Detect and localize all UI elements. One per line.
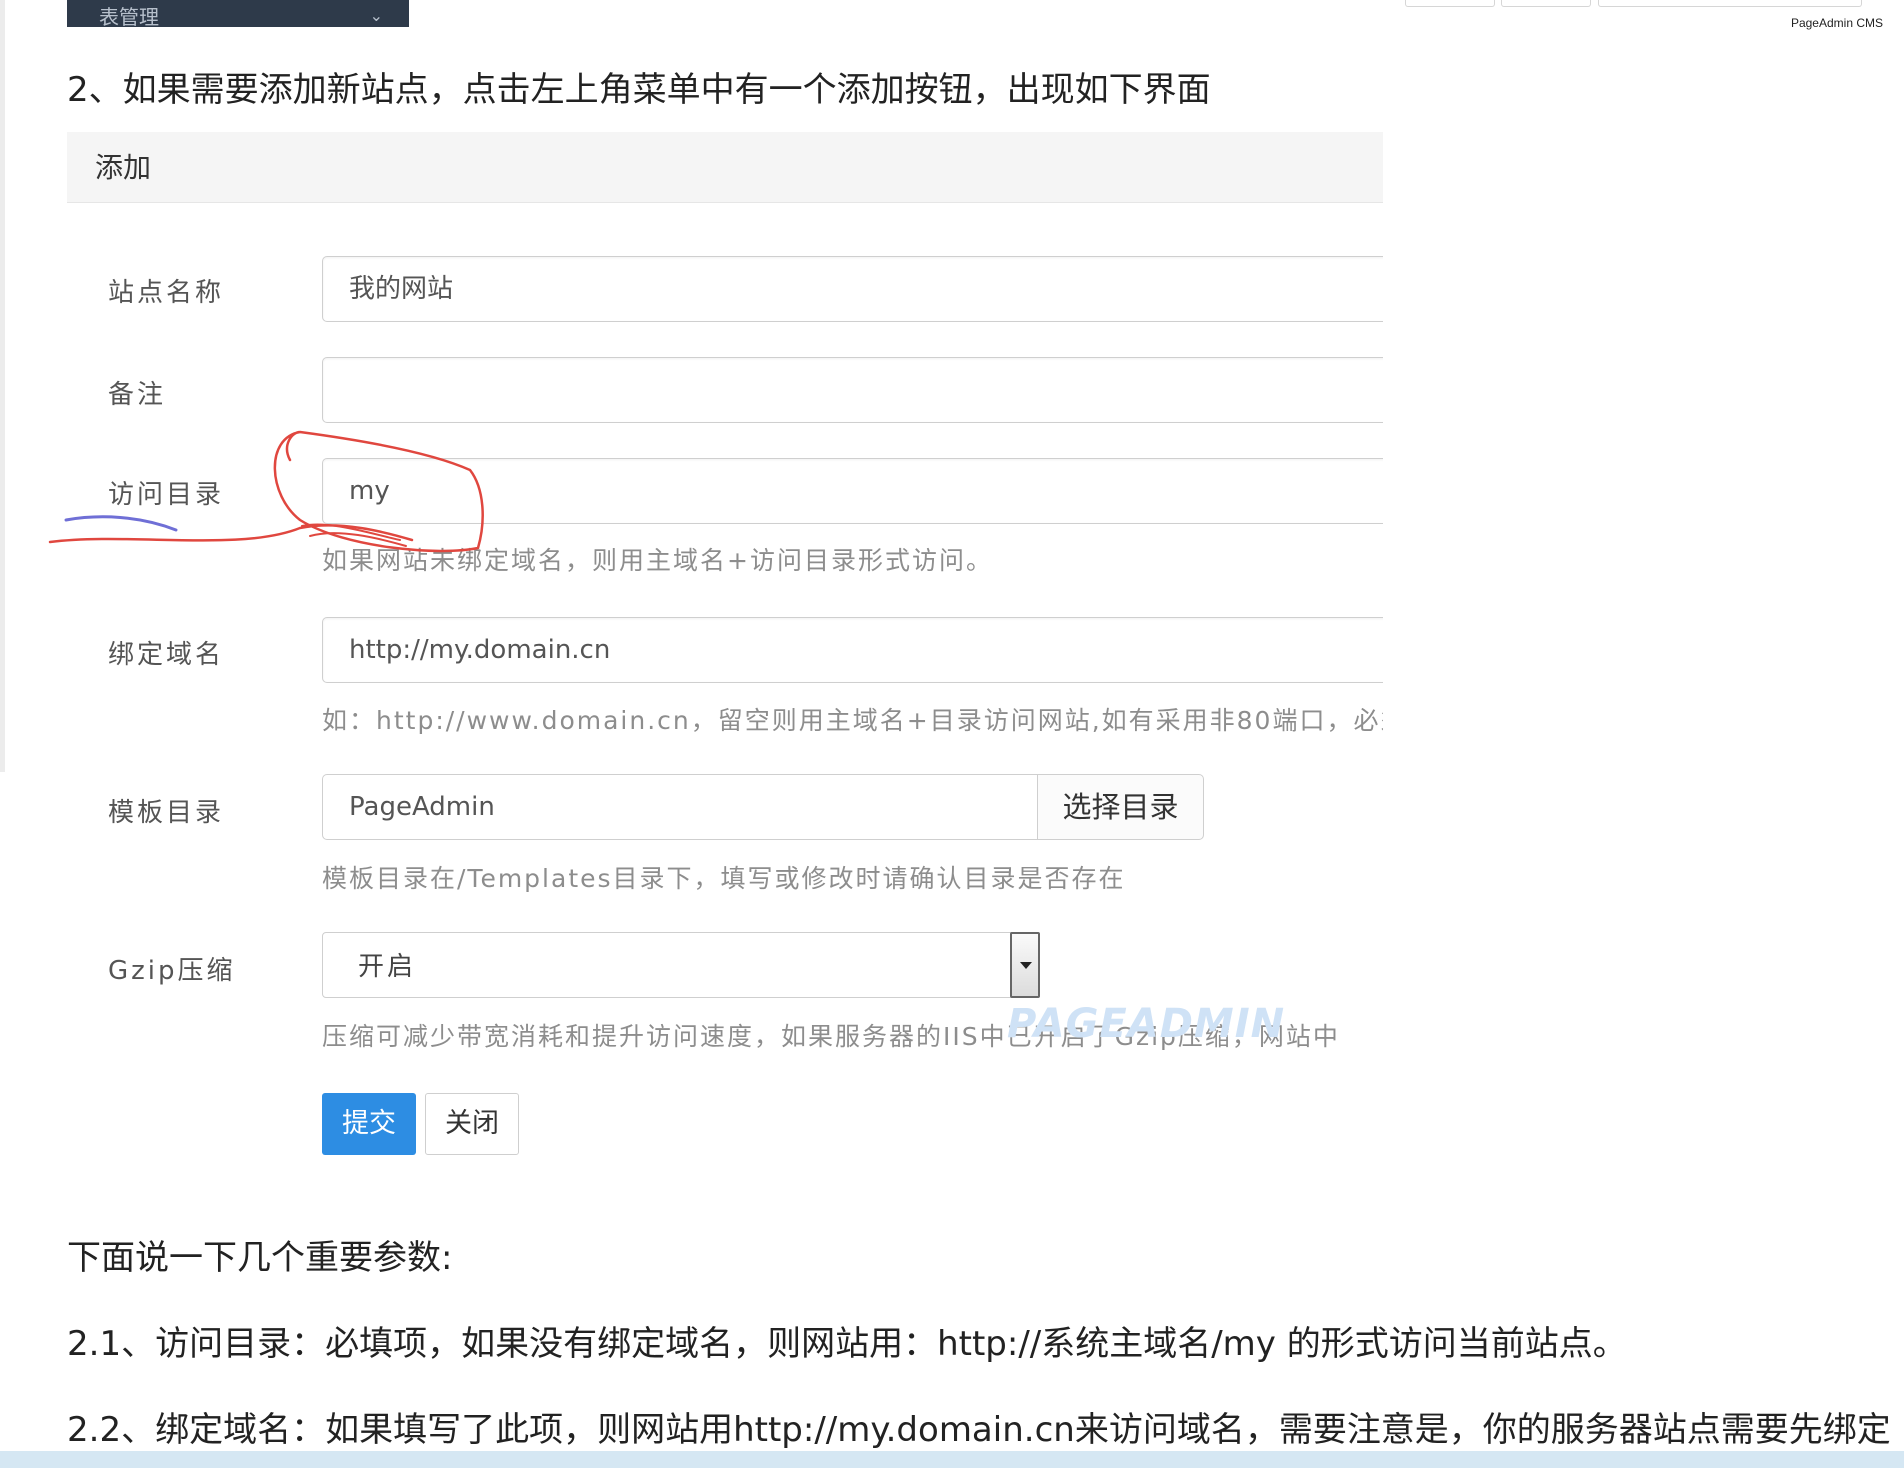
template-input[interactable]: PageAdmin <box>322 774 1038 840</box>
param-directory-text: 2.1、访问目录：必填项，如果没有绑定域名，则网站用：http://系统主域名/… <box>67 1324 1627 1364</box>
domain-label: 绑定域名 <box>108 640 225 670</box>
panel-title: 添加 <box>95 151 152 184</box>
top-tab[interactable] <box>1405 0 1495 7</box>
remark-label: 备注 <box>108 380 167 410</box>
panel-header: 添加 <box>67 132 1383 203</box>
gzip-select-value: 开启 <box>358 952 417 982</box>
template-label: 模板目录 <box>108 798 225 828</box>
dropdown-arrow-icon[interactable] <box>1010 932 1040 998</box>
site-name-label: 站点名称 <box>108 278 225 308</box>
brand-label: PageAdmin CMS <box>1790 16 1883 30</box>
domain-input[interactable]: http://my.domain.cn <box>322 617 1383 683</box>
pageadmin-watermark: PAGEADMIN <box>1007 1001 1286 1047</box>
param-domain-text: 2.2、绑定域名：如果填写了此项，则网站用http://my.domain.cn… <box>67 1410 1891 1450</box>
intro-text: 2、如果需要添加新站点，点击左上角菜单中有一个添加按钮，出现如下界面 <box>67 70 1211 110</box>
domain-help: 如：http://www.domain.cn，留空则用主域名+目录访问网站,如有… <box>322 706 1383 735</box>
top-tab[interactable] <box>1598 0 1862 7</box>
chevron-down-icon: ⌄ <box>369 6 383 25</box>
gzip-select[interactable]: 开启 <box>322 932 1040 998</box>
page-left-border <box>0 0 5 772</box>
params-heading: 下面说一下几个重要参数: <box>67 1238 453 1278</box>
submit-button[interactable]: 提交 <box>322 1093 416 1155</box>
select-directory-button[interactable]: 选择目录 <box>1037 774 1204 840</box>
top-tab[interactable] <box>1501 0 1591 7</box>
directory-input[interactable]: my <box>322 458 1383 524</box>
close-button[interactable]: 关闭 <box>425 1093 519 1155</box>
directory-help: 如果网站未绑定域名，则用主域名+访问目录形式访问。 <box>322 546 993 575</box>
nav-menu-label: 表管理 <box>99 5 159 27</box>
gzip-label: Gzip压缩 <box>108 956 236 986</box>
bottom-scroll-strip <box>0 1451 1904 1468</box>
remark-input[interactable] <box>322 357 1383 423</box>
directory-label: 访问目录 <box>108 480 225 510</box>
site-name-input[interactable]: 我的网站 <box>322 256 1383 322</box>
template-help: 模板目录在/Templates目录下，填写或修改时请确认目录是否存在 <box>322 864 1126 893</box>
top-nav-menu[interactable]: 表管理 ⌄ <box>67 0 409 27</box>
